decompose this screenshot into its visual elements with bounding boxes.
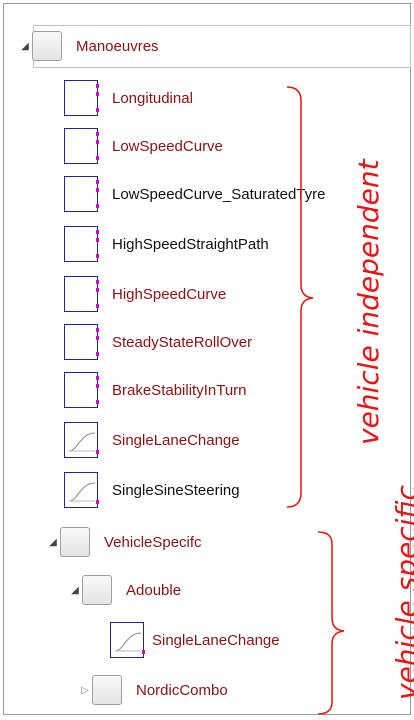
block-icon [64, 226, 99, 262]
tree-node-longitudinal[interactable]: Longitudinal [64, 78, 193, 118]
expand-arrow-icon[interactable]: ◢ [46, 537, 60, 548]
expand-arrow-icon[interactable]: ◢ [68, 585, 82, 596]
node-label: HighSpeedCurve [112, 285, 227, 303]
folder-icon [60, 527, 90, 557]
tree-node-steadystaterollover[interactable]: SteadyStateRollOver [64, 322, 252, 362]
tree-node-singlelanechange[interactable]: SingleLaneChange [64, 420, 240, 460]
tree-node-adouble-singlelanechange[interactable]: SingleLaneChange [110, 620, 280, 660]
curve-block-icon [64, 422, 99, 458]
node-label: HighSpeedStraightPath [112, 235, 269, 253]
block-icon [64, 324, 99, 360]
brace-vehicle-specific [317, 531, 345, 715]
node-label: BrakeStabilityInTurn [112, 381, 247, 399]
folder-icon [82, 575, 112, 605]
block-icon [64, 128, 99, 164]
tree-node-nordiccombo[interactable]: ▷ NordicCombo [78, 670, 228, 710]
expand-arrow-icon[interactable]: ◢ [18, 41, 32, 52]
block-icon [64, 276, 99, 312]
tree-node-lowspeedcurve[interactable]: LowSpeedCurve [64, 126, 223, 166]
collapsed-arrow-icon[interactable]: ▷ [78, 685, 92, 696]
curve-block-icon [64, 472, 99, 508]
tree-node-manoeuvres[interactable]: ◢ Manoeuvres [18, 26, 159, 66]
node-label: Longitudinal [112, 89, 193, 107]
block-icon [64, 80, 99, 116]
brace-vehicle-independent [286, 86, 314, 508]
block-icon [64, 372, 99, 408]
tree-node-vehiclespecifc[interactable]: ◢ VehicleSpecifc [46, 522, 202, 562]
tree-node-adouble[interactable]: ◢ Adouble [68, 570, 181, 610]
folder-icon [92, 675, 122, 705]
node-label: SingleLaneChange [152, 631, 280, 649]
tree-node-singlesinesteering[interactable]: SingleSineSteering [64, 470, 240, 510]
annotation-vehicle-independent: vehicle independent [352, 159, 385, 445]
folder-icon [32, 31, 62, 61]
node-label: SteadyStateRollOver [112, 333, 253, 351]
node-label: SingleLaneChange [112, 431, 240, 449]
node-label: SingleSineSteering [112, 481, 240, 499]
tree-node-highspeedcurve[interactable]: HighSpeedCurve [64, 274, 226, 314]
block-icon [64, 176, 99, 212]
tree-node-brakestabilityinturn[interactable]: BrakeStabilityInTurn [64, 370, 247, 410]
node-label: Adouble [126, 581, 182, 599]
node-label: NordicCombo [136, 681, 228, 699]
curve-block-icon [110, 622, 145, 658]
node-label: LowSpeedCurve [112, 137, 223, 155]
node-label: VehicleSpecifc [104, 533, 202, 551]
annotation-vehicle-specific: vehicle specific [390, 485, 414, 700]
tree-node-highspeedstraightpath[interactable]: HighSpeedStraightPath [64, 224, 269, 264]
node-label-manoeuvres: Manoeuvres [76, 37, 159, 55]
